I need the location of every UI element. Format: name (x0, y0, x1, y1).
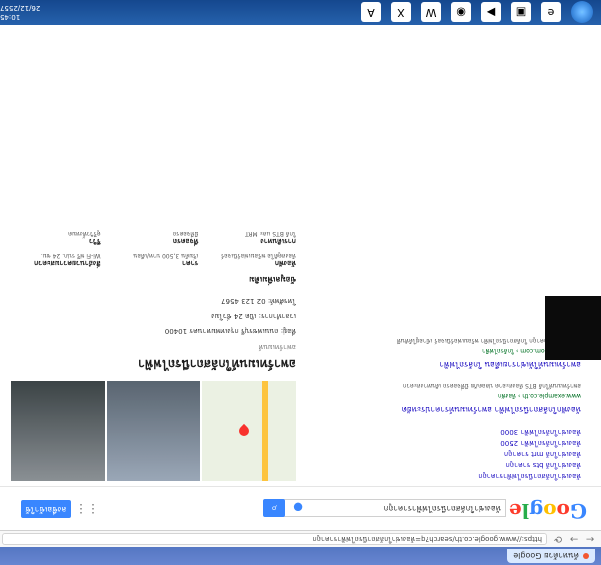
result-snippet: อพาร์ทเมนท์ใกล้ BTS ห้องสะอาด ปลอดภัย มี… (402, 382, 581, 389)
knowledge-phone: โทรศัพท์: 02 123 4567 (221, 297, 296, 305)
date: 26/12/2557 (0, 4, 41, 13)
dark-block (545, 296, 601, 360)
knowledge-grid-text: มีที่จอดรถ (172, 230, 199, 237)
chrome-icon[interactable]: ◉ (451, 2, 471, 23)
results-column: ห้องเช่าใกล้สถานีรถไฟฟ้าราคาถูก ห้องเช่า… (301, 336, 581, 481)
knowledge-grid-text: ห้องสตูดิโอ พร้อมเฟอร์นิเจอร์ (220, 252, 296, 259)
address-bar-row: ← → ⟳ https://www.google.co.th/search?q=… (0, 530, 601, 547)
favicon-icon (583, 553, 589, 559)
word-icon[interactable]: W (421, 2, 441, 23)
taskbar: e ▣ ▶ ◉ W X A 10:45 26/12/2557 (0, 0, 601, 25)
forward-icon[interactable]: → (569, 534, 579, 545)
map-road (261, 381, 268, 481)
knowledge-photos (10, 381, 296, 481)
result-url: www.example.co.th › ห้องพัก (497, 392, 581, 399)
google-header: Google ห้องเช่าใกล้สถานีรถไฟฟ้าราคาถูก ●… (0, 486, 601, 531)
knowledge-grid: ห้องพัก ห้องสตูดิโอ พร้อมเฟอร์นิเจอร์ รา… (11, 229, 296, 267)
back-icon[interactable]: ← (585, 534, 595, 545)
knowledge-grid-heading: ราคา (182, 259, 199, 267)
result-snippet: รวมห้องเช่าราคาถูก ใกล้สถานีรถไฟฟ้า พร้อ… (396, 337, 581, 344)
suggestion-item[interactable]: ห้องเช่าใกล้รถไฟฟ้า 2500 (301, 437, 581, 448)
knowledge-grid-text: Wi-Fi ฟรี รปภ. 24 ชม. (40, 252, 101, 259)
map-thumbnail[interactable] (202, 381, 296, 481)
knowledge-grid-cell: รีวิว ดูรีวิวทั้งหมด (11, 229, 101, 245)
knowledge-title: อพาร์ทเมนท์ใกล้สถานีรถไฟฟ้า (138, 357, 296, 371)
knowledge-grid-text: ใกล้ BTS และ MRT (245, 230, 296, 237)
result-title-link[interactable]: ห้องพักใกล้สถานีรถไฟฟ้า อพาร์ทเมนท์ราคาป… (301, 403, 581, 416)
folder-icon[interactable]: ▣ (511, 2, 531, 23)
knowledge-grid-text: เริ่มต้น 3,500 บาท/เดือน (133, 252, 199, 259)
knowledge-address: ที่อยู่: ถนนเพชรบุรี กรุงเทพมหานคร 10400 (164, 327, 296, 335)
knowledge-grid-heading: การเดินทาง (260, 237, 296, 245)
result-url: www.rent-room.com › ใกล้รถไฟฟ้า (482, 347, 581, 354)
suggestion-item[interactable]: ห้องเช่าใกล้รถไฟฟ้า 3000 (301, 426, 581, 437)
knowledge-grid-heading: ห้องพัก (274, 259, 296, 267)
clock: 10:45 (0, 13, 21, 22)
suggestion-item[interactable]: ห้องเช่าใกล้ bts ราคาถูก (301, 459, 581, 470)
ie-icon[interactable]: e (541, 2, 561, 23)
knowledge-grid-cell: สิ่งอำนวยความสะดวก Wi-Fi ฟรี รปภ. 24 ชม. (11, 251, 101, 267)
photo-thumbnail[interactable] (10, 381, 105, 481)
excel-icon[interactable]: X (391, 2, 411, 23)
knowledge-hours: เวลาทำการ: เปิด 24 ชั่วโมง (211, 312, 296, 320)
search-input[interactable]: ห้องเช่าใกล้สถานีรถไฟฟ้าราคาถูก (280, 499, 506, 517)
search-button[interactable]: ⌕ (263, 499, 285, 517)
knowledge-grid-heading: สิ่งอำนวยความสะดวก (34, 259, 101, 267)
photo-thumbnail[interactable] (106, 381, 201, 481)
knowledge-section-title: ข้อมูลเพิ่มเติม (249, 275, 296, 284)
mic-icon[interactable]: ● (287, 499, 309, 517)
knowledge-grid-heading: ที่จอดรถ (172, 237, 199, 245)
google-logo[interactable]: Google (509, 499, 587, 523)
system-tray[interactable]: 10:45 26/12/2557 (0, 4, 40, 22)
reload-icon[interactable]: ⟳ (553, 534, 563, 545)
signin-button[interactable]: ลงชื่อเข้าใช้ (21, 500, 71, 518)
start-button[interactable] (571, 1, 593, 24)
knowledge-grid-heading: รีวิว (89, 237, 101, 245)
tab-label: ค้นหาด้วย Google (513, 551, 579, 561)
knowledge-grid-cell: ที่จอดรถ มีที่จอดรถ (109, 229, 199, 245)
knowledge-subtitle: อพาร์ทเมนท์ (258, 343, 296, 351)
url-input[interactable]: https://www.google.co.th/search?q=ห้องเช… (2, 533, 547, 545)
apps-icon[interactable]: ⋮⋮ (75, 502, 99, 516)
pdf-icon[interactable]: A (361, 2, 381, 23)
map-pin-icon (237, 423, 252, 439)
media-icon[interactable]: ▶ (481, 2, 501, 23)
knowledge-grid-cell: ห้องพัก ห้องสตูดิโอ พร้อมเฟอร์นิเจอร์ (206, 251, 296, 267)
knowledge-grid-text: ดูรีวิวทั้งหมด (68, 230, 101, 237)
result-title-link[interactable]: อพาร์ทเมนท์ให้เช่ารายเดือน ใกล้รถไฟฟ้า (301, 358, 581, 371)
browser-tabstrip: ค้นหาด้วย Google (0, 547, 601, 565)
screen: ค้นหาด้วย Google ← → ⟳ https://www.googl… (0, 0, 601, 565)
knowledge-panel: อพาร์ทเมนท์ใกล้สถานีรถไฟฟ้า อพาร์ทเมนท์ … (10, 229, 296, 481)
suggestion-item[interactable]: ห้องเช่าใกล้ mrt ราคาถูก (301, 448, 581, 459)
suggestion-item[interactable]: ห้องเช่าใกล้สถานีรถไฟฟ้าราคาถูก (301, 470, 581, 481)
knowledge-grid-cell: การเดินทาง ใกล้ BTS และ MRT (206, 229, 296, 245)
browser-tab[interactable]: ค้นหาด้วย Google (507, 549, 595, 563)
knowledge-grid-cell: ราคา เริ่มต้น 3,500 บาท/เดือน (109, 251, 199, 267)
